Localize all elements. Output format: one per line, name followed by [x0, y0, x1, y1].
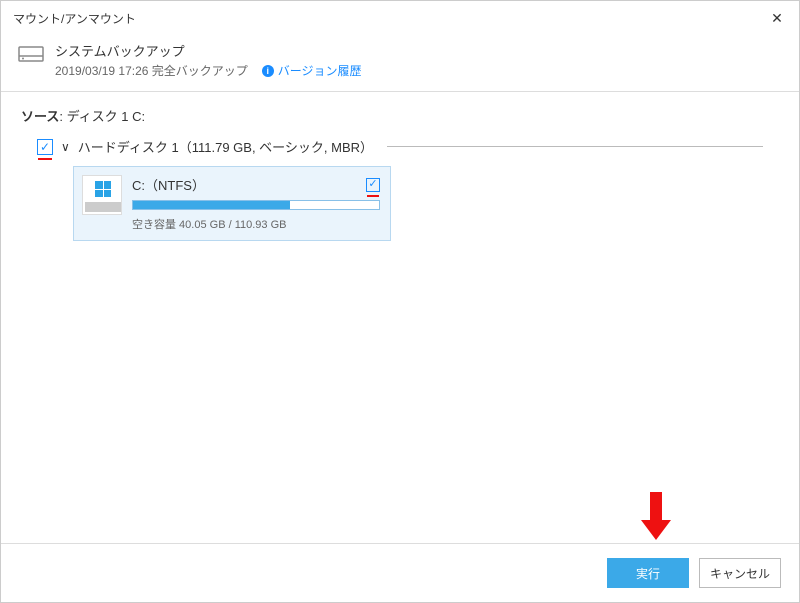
version-history-label: バージョン履歴 [278, 62, 362, 79]
source-value: ディスク 1 C: [67, 109, 146, 124]
backup-name: システムバックアップ [55, 41, 362, 60]
backup-header: システムバックアップ 2019/03/19 17:26 完全バックアップ i バ… [1, 35, 799, 91]
cancel-button[interactable]: キャンセル [699, 558, 781, 588]
execute-button[interactable]: 実行 [607, 558, 689, 588]
partition-card[interactable]: C:（NTFS） 空き容量 40.05 GB / 110.93 GB [73, 166, 391, 241]
partition-title: C:（NTFS） [132, 175, 205, 194]
disk-row: ∨ ハードディスク 1（111.79 GB, ベーシック, MBR） [37, 137, 763, 156]
backup-info: 2019/03/19 17:26 完全バックアップ [55, 62, 248, 79]
source-label: ソース [21, 109, 59, 124]
footer: 実行 キャンセル [1, 543, 799, 602]
titlebar: マウント/アンマウント ✕ [1, 1, 799, 35]
window-title: マウント/アンマウント [13, 10, 136, 27]
capacity-bar-fill [133, 201, 290, 209]
disk-divider-line [387, 146, 763, 147]
chevron-down-icon[interactable]: ∨ [61, 140, 70, 154]
annotation-underline [367, 195, 379, 197]
capacity-text: 空き容量 40.05 GB / 110.93 GB [132, 216, 380, 232]
close-icon: ✕ [771, 10, 783, 27]
annotation-arrow [641, 492, 671, 542]
content-area: ∨ ハードディスク 1（111.79 GB, ベーシック, MBR） C:（NT… [1, 133, 799, 241]
annotation-underline [38, 158, 52, 160]
info-icon: i [262, 65, 274, 77]
close-button[interactable]: ✕ [767, 8, 787, 28]
partition-checkbox[interactable] [366, 178, 380, 192]
cancel-button-label: キャンセル [710, 565, 770, 582]
partition-body: C:（NTFS） 空き容量 40.05 GB / 110.93 GB [132, 175, 380, 232]
windows-drive-icon [82, 175, 122, 215]
drive-icon [17, 41, 45, 69]
disk-checkbox[interactable] [37, 139, 53, 155]
source-line: ソース: ディスク 1 C: [1, 92, 799, 133]
backup-header-text: システムバックアップ 2019/03/19 17:26 完全バックアップ i バ… [55, 41, 362, 79]
execute-button-label: 実行 [636, 565, 660, 582]
disk-label: ハードディスク 1（111.79 GB, ベーシック, MBR） [78, 137, 373, 156]
version-history-link[interactable]: i バージョン履歴 [262, 62, 362, 79]
capacity-bar [132, 200, 380, 210]
